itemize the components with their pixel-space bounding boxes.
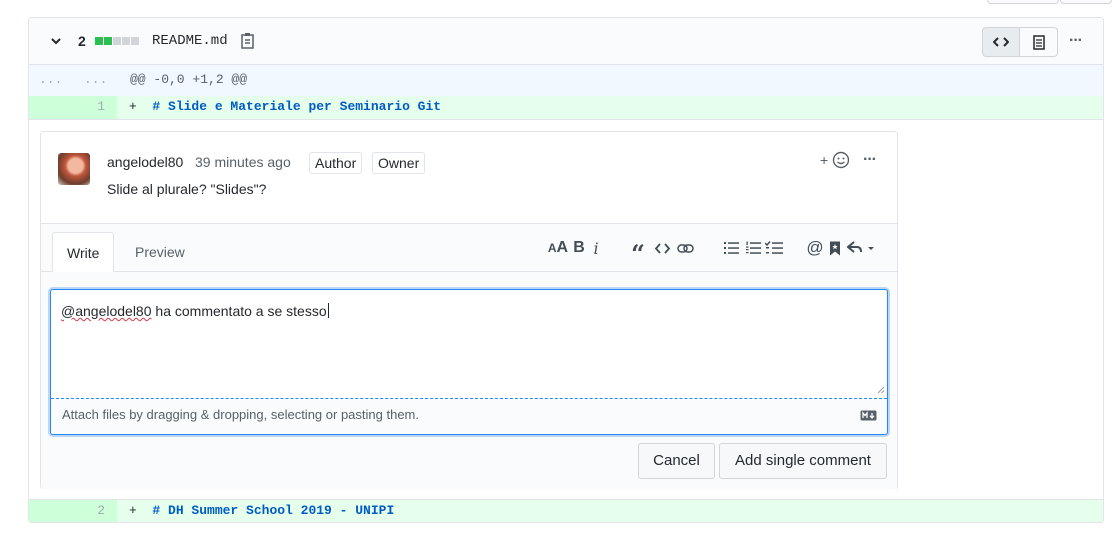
comment-more-icon[interactable]: ··· [863,151,877,169]
change-count: 2 [78,33,86,49]
diffstat-square [104,37,112,45]
avatar[interactable] [58,153,90,185]
view-toggle [982,27,1058,57]
task-list-icon[interactable] [765,238,783,258]
line-text: # DH Summer School 2019 - UNIPI [152,503,395,518]
textarea-text: ha commentato a se stesso [151,303,327,319]
line-code: + # DH Summer School 2019 - UNIPI [129,503,394,518]
comment-card: angelodel80 39 minutes ago Author Owner … [40,131,898,489]
diffstat-square [131,37,139,45]
diffstat-square [95,37,103,45]
add-single-comment-button[interactable]: Add single comment [719,443,887,479]
file-name[interactable]: README.md [152,33,228,49]
source-view-button[interactable] [982,27,1020,57]
header-icon[interactable]: AA [547,238,569,258]
markdown-icon[interactable] [860,410,877,421]
diffstat-square [122,37,130,45]
editor-tabs: Write Preview AA B i “ @ [41,224,897,272]
tab-write[interactable]: Write [52,232,115,272]
mention-text: @angelodel80 [61,303,152,319]
hunk-header-row: ... ... @@ -0,0 +1,2 @@ [29,65,1103,96]
toolbar-button-partial-2[interactable] [1060,0,1112,4]
textarea-value[interactable]: @angelodel80 ha commentato a se stesso [61,303,329,319]
bold-icon[interactable]: B [573,238,585,258]
diffstat-square [113,37,121,45]
hunk-old-marker[interactable]: ... [39,72,62,87]
resize-handle-icon[interactable] [877,386,885,394]
diff-line: 1 + # Slide e Materiale per Seminario Gi… [29,96,1103,119]
rich-view-button[interactable] [1020,27,1058,57]
comment-textarea[interactable]: @angelodel80 ha commentato a se stesso A… [50,289,888,435]
italic-icon[interactable]: i [591,238,601,258]
file-header: 2 README.md ··· [29,18,1103,65]
line-number[interactable]: 1 [85,99,105,114]
diff-line: 2 + # DH Summer School 2019 - UNIPI [29,500,1103,522]
saved-reply-icon[interactable] [829,238,841,258]
hunk-new-marker[interactable]: ... [84,72,107,87]
ordered-list-icon[interactable] [745,238,761,258]
smiley-icon [832,151,850,169]
tab-preview[interactable]: Preview [121,232,199,272]
file-icon [1032,34,1045,50]
comment-body: Slide al plurale? "Slides"? [107,181,267,197]
attach-hint: Attach files by dragging & dropping, sel… [62,407,419,422]
cancel-button[interactable]: Cancel [638,443,715,479]
line-sign: + [129,99,137,114]
comment-time[interactable]: 39 minutes ago [195,154,291,170]
file-more-icon[interactable]: ··· [1069,32,1089,49]
line-number[interactable]: 2 [85,503,105,518]
line-text: # Slide e Materiale per Seminario Git [152,99,442,114]
line-sign: + [129,503,137,518]
link-icon[interactable] [676,238,694,258]
hunk-header: @@ -0,0 +1,2 @@ [130,72,248,87]
code-icon[interactable] [654,238,670,258]
diffstat-bar [95,37,139,45]
plus-label: + [820,152,829,168]
line-code: + # Slide e Materiale per Seminario Git [129,99,441,114]
owner-badge: Owner [372,152,426,174]
toolbar-button-partial[interactable] [987,0,1059,4]
clipboard-copy-icon[interactable] [240,32,256,50]
code-icon [993,37,1009,47]
attach-files-bar[interactable]: Attach files by dragging & dropping, sel… [51,398,887,434]
author-badge: Author [309,152,363,174]
inline-comment-thread: angelodel80 39 minutes ago Author Owner … [29,119,1103,500]
comment-author[interactable]: angelodel80 [107,154,183,170]
unordered-list-icon[interactable] [723,238,739,258]
reply-dropdown-icon[interactable] [847,238,877,258]
text-caret [327,303,329,318]
reply-editor: Write Preview AA B i “ @ @angelodel80 ha… [41,223,897,489]
add-reaction-button[interactable]: + [820,151,852,171]
diff-file: 2 README.md ··· ... ... @@ -0,0 +1,2 @@ … [28,17,1104,523]
chevron-down-icon[interactable] [49,34,63,48]
quote-icon[interactable]: “ [629,238,647,266]
mention-icon[interactable]: @ [806,238,823,258]
